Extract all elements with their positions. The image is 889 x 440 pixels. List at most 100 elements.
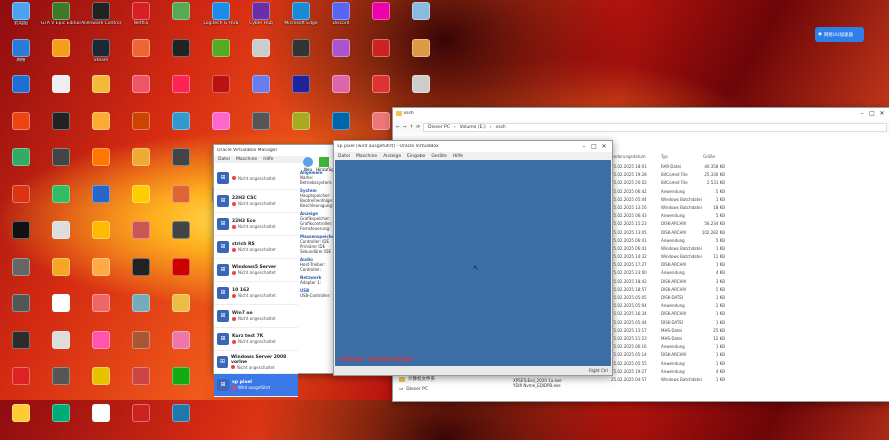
address-bar[interactable]: ← → ↑ ⟳ Dieser PC › Volume (E:) › xssh xyxy=(393,121,889,133)
desktop-icon[interactable]: Discord xyxy=(321,2,361,38)
desktop-icon[interactable] xyxy=(161,330,201,367)
desktop-icon[interactable]: Cyber Hub xyxy=(241,2,281,38)
desktop-icon[interactable] xyxy=(1,221,41,257)
vm-window[interactable]: xp pixel [wird ausgeführt] - Oracle Virt… xyxy=(333,140,613,376)
desktop-icon[interactable] xyxy=(121,38,161,75)
desktop-icon[interactable] xyxy=(281,111,321,148)
maximize-icon[interactable]: □ xyxy=(589,143,599,150)
desktop-icon[interactable] xyxy=(1,75,41,111)
list-item[interactable]: YDifi Nvme_EDIDPB.exe xyxy=(513,383,562,388)
table-row[interactable]: 25.02.2025 05:04 Anwendung 2 KB xyxy=(611,303,889,311)
vm-list-item[interactable]: ⊞ Windows Server 2008 vorlne Nicht angesch… xyxy=(214,351,298,374)
desktop-icon[interactable] xyxy=(361,38,401,75)
desktop-icon[interactable]: Microsoft Edge xyxy=(281,2,321,38)
explorer-tab[interactable]: xssh xyxy=(403,111,857,116)
desktop-icon[interactable] xyxy=(161,257,201,294)
maximize-icon[interactable]: □ xyxy=(867,110,877,117)
desktop-icon[interactable] xyxy=(1,367,41,403)
desktop-icon[interactable] xyxy=(161,111,201,148)
desktop-icon[interactable] xyxy=(401,38,441,75)
table-row[interactable]: 25.02.2025 06:41 Anwendung 5 KB xyxy=(611,238,889,246)
desktop-icon[interactable] xyxy=(81,75,121,111)
vm-menu-item[interactable]: Anzeige xyxy=(383,154,401,159)
vm-menu-item[interactable]: Maschine xyxy=(356,154,377,159)
desktop-icon[interactable] xyxy=(161,2,201,38)
table-row[interactable]: 25.02.2025 06:43 Anwendung 5 KB xyxy=(611,213,889,221)
notification-toast[interactable]: ◉ 网易UU加速器 xyxy=(815,27,864,42)
table-row[interactable]: 25.02.2025 06:16 Anwendung 1 KB xyxy=(611,344,889,352)
desktop-icon[interactable] xyxy=(361,2,401,38)
desktop-icon[interactable] xyxy=(241,38,281,75)
vm-list-item[interactable]: ⊞ 22H2 Eco Nicht angeschaltet xyxy=(214,213,298,236)
table-row[interactable]: 25.02.2025 18:01 RAR-Datei 40.358 KB xyxy=(611,164,889,172)
desktop-icon[interactable] xyxy=(161,38,201,75)
vm-screen[interactable]: ↖ xyxy=(335,160,611,366)
desktop-icon[interactable] xyxy=(121,330,161,367)
desktop-icon[interactable]: GTA V Epic Edition xyxy=(41,2,81,38)
desktop-icon[interactable] xyxy=(161,367,201,403)
desktop-icon[interactable] xyxy=(81,330,121,367)
vm-list-item[interactable]: ⊞ 22H2 CSC Nicht angeschaltet xyxy=(214,190,298,213)
table-row[interactable]: 25.02.2025 13:05 DISK-ARCHIV 102.282 KB xyxy=(611,230,889,238)
close-icon[interactable]: ✕ xyxy=(599,143,609,150)
desktop-icon[interactable] xyxy=(41,294,81,330)
table-row[interactable]: 25.02.2025 19:27 Anwendung 4 KB xyxy=(611,369,889,377)
table-row[interactable]: 25.02.2025 18:42 DISK-ARCHIV 3 KB xyxy=(611,279,889,287)
table-row[interactable]: 25.02.2025 15:23 DISK-ARCHIV 56.234 KB xyxy=(611,221,889,229)
table-row[interactable]: 25.02.2025 05:44 Windows Batchdatei 1 KB xyxy=(611,197,889,205)
desktop-icon[interactable] xyxy=(121,403,161,440)
table-row[interactable]: 25.02.2025 05:14 DISK-ARCHIV 1 KB xyxy=(611,352,889,360)
desktop-icon[interactable] xyxy=(121,367,161,403)
table-row[interactable]: 25.02.2025 13:17 MHS-Datei 25 KB xyxy=(611,328,889,336)
desktop-icon[interactable]: Steam xyxy=(81,38,121,75)
desktop-icon[interactable] xyxy=(41,221,81,257)
breadcrumb[interactable]: Dieser PC › Volume (E:) › xssh xyxy=(423,122,887,132)
desktop-icon[interactable] xyxy=(201,75,241,111)
desktop-icon[interactable] xyxy=(81,403,121,440)
desktop-icon[interactable] xyxy=(161,184,201,221)
vbox-titlebar[interactable]: Oracle VirtualBox Manager xyxy=(214,145,334,156)
table-row[interactable]: 25.02.2025 21:23 MHS-Datei 12 KB xyxy=(611,336,889,344)
desktop-icon[interactable]: Alienware Control xyxy=(81,2,121,38)
refresh-icon[interactable]: ⟳ xyxy=(416,125,420,130)
breadcrumb-volume[interactable]: Volume (E:) xyxy=(460,125,486,130)
table-row[interactable]: 25.02.2025 04:57 Windows Batchdatei 1 KB xyxy=(611,377,889,385)
explorer-titlebar[interactable]: xssh – □ ✕ xyxy=(393,108,889,119)
table-row[interactable]: 25.02.2025 17:27 DISK-ARCHIV 1 KB xyxy=(611,262,889,270)
nav-item[interactable]: ▭ Dieser PC xyxy=(393,384,513,394)
desktop-icon[interactable] xyxy=(81,221,121,257)
desktop-icon[interactable] xyxy=(1,184,41,221)
desktop-icon[interactable] xyxy=(1,330,41,367)
desktop-icon[interactable] xyxy=(1,403,41,440)
desktop-icon[interactable] xyxy=(81,111,121,148)
vm-list-item[interactable]: ⊞ Win7 oo Nicht angeschaltet xyxy=(214,305,298,328)
table-row[interactable]: 25.02.2025 18:57 DISK-ARCHIV 5 KB xyxy=(611,287,889,295)
desktop-icon[interactable] xyxy=(121,221,161,257)
desktop-icon[interactable] xyxy=(401,75,441,111)
table-row[interactable]: 25.02.2025 20:02 BitComet File 2.531 KB xyxy=(611,180,889,188)
vm-list-item[interactable]: ⊞ Windows5 Server Nicht angeschaltet xyxy=(214,259,298,282)
desktop-icon[interactable] xyxy=(321,38,361,75)
desktop-icon[interactable] xyxy=(41,75,81,111)
virtualbox-manager-window[interactable]: Oracle VirtualBox Manager Datei Maschine… xyxy=(213,144,339,397)
desktop-icon[interactable] xyxy=(161,403,201,440)
desktop-icon[interactable] xyxy=(161,148,201,184)
desktop-icon[interactable]: 网络 xyxy=(1,38,41,75)
desktop-icon[interactable]: 此电脑 xyxy=(1,2,41,38)
table-row[interactable]: 25.02.2025 06:42 Anwendung 5 KB xyxy=(611,189,889,197)
desktop-icon[interactable] xyxy=(41,367,81,403)
vm-menu-item[interactable]: Geräte xyxy=(431,154,446,159)
table-row[interactable]: 25.02.2025 19:28 BitComet File 25.330 KB xyxy=(611,172,889,180)
vm-menu-item[interactable]: Hilfe xyxy=(453,154,463,159)
breadcrumb-folder[interactable]: xssh xyxy=(496,125,506,130)
menu-help[interactable]: Hilfe xyxy=(263,157,273,162)
desktop-icon[interactable] xyxy=(1,111,41,148)
desktop-icon[interactable] xyxy=(121,257,161,294)
desktop-icon[interactable] xyxy=(1,148,41,184)
minimize-icon[interactable]: – xyxy=(857,110,867,117)
vm-list-item[interactable]: ⊞ xp pixel Wird ausgeführt xyxy=(214,374,298,397)
table-row[interactable]: 25.02.2025 23:00 Anwendung 4 KB xyxy=(611,270,889,278)
column-size[interactable]: Größe xyxy=(703,154,715,159)
vm-list-item[interactable]: ⊞ Nicht angeschaltet xyxy=(214,167,298,190)
minimize-icon[interactable]: – xyxy=(579,143,589,150)
